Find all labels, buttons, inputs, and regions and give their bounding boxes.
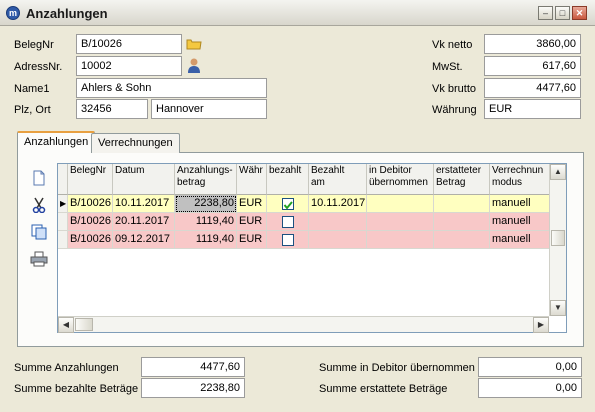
table-cell-modus[interactable]: manuell [490,195,550,213]
tab-anzahlungen[interactable]: Anzahlungen [17,131,96,153]
anzahlungen-table: BelegNr Datum Anzahlungs- betrag Währ be… [57,163,567,333]
summe-erstattete-field: 0,00 [478,378,582,398]
table-cell-erstattet[interactable] [434,213,490,231]
table-cell-bezahlt-am[interactable]: 10.11.2017 [309,195,367,213]
current-row-arrow-icon: ▶ [60,199,67,208]
copy-icon[interactable] [31,224,47,240]
row-header-corner [58,164,68,195]
vkbrutto-field[interactable]: 4477,60 [484,78,581,98]
belegnr-field[interactable]: B/10026 [76,34,182,54]
table-cell-waehrung[interactable]: EUR [237,213,267,231]
horizontal-scrollbar[interactable]: ◀ ▶ [58,316,549,333]
vertical-scroll-thumb[interactable] [551,230,565,246]
row-selector[interactable] [58,213,68,231]
summe-anzahlungen-field: 4477,60 [141,357,245,377]
column-header-waehrung[interactable]: Währ [237,164,267,195]
table-cell-waehrung[interactable]: EUR [237,195,267,213]
table-cell-datum[interactable]: 20.11.2017 [113,213,175,231]
summe-bezahlte-field: 2238,80 [141,378,245,398]
horizontal-scroll-thumb[interactable] [75,318,93,331]
column-header-datum[interactable]: Datum [113,164,175,195]
table-cell-betrag[interactable]: 2238,80 [175,195,237,213]
summe-debitor-label: Summe in Debitor übernommen [319,362,475,374]
summe-erstattete-label: Summe erstattete Beträge [319,383,448,395]
bezahlt-checkbox[interactable] [282,216,294,228]
table-cell-debitor[interactable] [367,231,434,249]
table-cell-modus[interactable]: manuell [490,231,550,249]
table-cell-modus[interactable]: manuell [490,213,550,231]
vkbrutto-label: Vk brutto [432,83,477,95]
belegnr-label: BelegNr [14,39,54,51]
plz-ort-label: Plz, Ort [14,104,51,116]
printer-icon[interactable] [30,251,48,267]
title-bar: m Anzahlungen – □ ✕ [0,0,595,26]
table-cell-bezahlt[interactable] [267,195,309,213]
table-cell-erstattet[interactable] [434,231,490,249]
scroll-up-button[interactable]: ▲ [550,164,566,180]
minimize-button[interactable]: – [538,6,553,20]
column-header-bezahlt[interactable]: bezahlt [267,164,309,195]
person-icon[interactable] [187,58,201,74]
table-cell-bezahlt-am[interactable] [309,213,367,231]
scroll-right-button[interactable]: ▶ [533,317,549,333]
folder-icon[interactable] [186,37,202,50]
table-cell-betrag[interactable]: 1119,40 [175,231,237,249]
new-document-icon[interactable] [31,170,47,186]
waehrung-label: Währung [432,104,477,116]
maximize-button[interactable]: □ [555,6,570,20]
table-cell-betrag[interactable]: 1119,40 [175,213,237,231]
row-selector[interactable]: ▶ [58,195,68,213]
table-cell-bezahlt-am[interactable] [309,231,367,249]
table-cell-waehrung[interactable]: EUR [237,231,267,249]
column-header-bezahlt-am[interactable]: Bezahlt am [309,164,367,195]
adressnr-label: AdressNr. [14,61,63,73]
column-header-belegnr[interactable]: BelegNr [68,164,113,195]
summe-bezahlte-label: Summe bezahlte Beträge [14,383,139,395]
table-cell-debitor[interactable] [367,213,434,231]
mwst-field[interactable]: 617,60 [484,56,581,76]
table-cell-belegnr[interactable]: B/10026 [68,195,113,213]
bezahlt-checkbox[interactable] [282,234,294,246]
column-header-erstattet[interactable]: erstatteter Betrag [434,164,490,195]
table-cell-debitor[interactable] [367,195,434,213]
mwst-label: MwSt. [432,61,463,73]
table-cell-bezahlt[interactable] [267,213,309,231]
table-cell-erstattet[interactable] [434,195,490,213]
row-selector[interactable] [58,231,68,249]
checkmark-icon [283,201,293,210]
vertical-scrollbar[interactable]: ▲ ▼ [549,164,566,316]
table-cell-belegnr[interactable]: B/10026 [68,213,113,231]
waehrung-field[interactable]: EUR [484,99,581,119]
adressnr-field[interactable]: 10002 [76,56,182,76]
scroll-left-button[interactable]: ◀ [58,317,74,333]
column-header-debitor[interactable]: in Debitor übernommen [367,164,434,195]
vknetto-field[interactable]: 3860,00 [484,34,581,54]
table-cell-bezahlt[interactable] [267,231,309,249]
close-button[interactable]: ✕ [572,6,587,20]
scroll-down-button[interactable]: ▼ [550,300,566,316]
column-header-modus[interactable]: Verrechnun modus [490,164,550,195]
window-title: Anzahlungen [26,6,108,21]
table-cell-datum[interactable]: 10.11.2017 [113,195,175,213]
summe-debitor-field: 0,00 [478,357,582,377]
plz-field[interactable]: 32456 [76,99,148,119]
table-cell-datum[interactable]: 09.12.2017 [113,231,175,249]
app-icon: m [6,6,20,20]
vknetto-label: Vk netto [432,39,473,51]
name1-field[interactable]: Ahlers & Sohn [76,78,267,98]
name1-label: Name1 [14,83,50,95]
column-header-betrag[interactable]: Anzahlungs- betrag [175,164,237,195]
summe-anzahlungen-label: Summe Anzahlungen [14,362,119,374]
ort-field[interactable]: Hannover [151,99,267,119]
table-cell-belegnr[interactable]: B/10026 [68,231,113,249]
bezahlt-checkbox[interactable] [282,198,294,210]
tab-verrechnungen[interactable]: Verrechnungen [91,133,180,153]
scissors-icon[interactable] [31,197,47,214]
